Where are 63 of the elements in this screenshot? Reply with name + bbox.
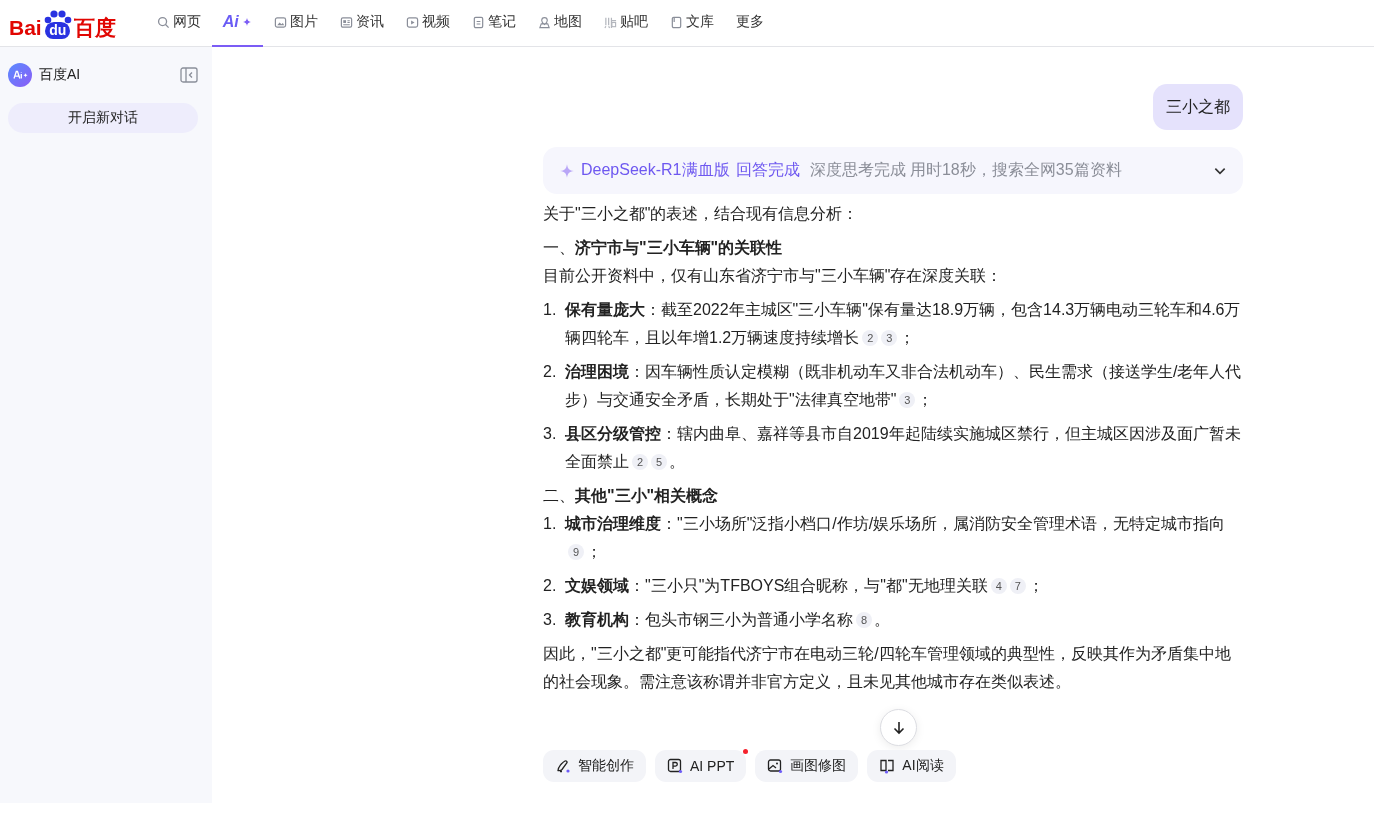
tool-button[interactable]: AI PPT xyxy=(655,750,747,782)
answer-paragraph: 关于"三小之都"的表述，结合现有信息分析： xyxy=(543,204,860,224)
section-heading: 二、其他"三小"相关概念 xyxy=(543,486,720,506)
image-icon xyxy=(767,758,784,774)
citation-link[interactable]: 3 xyxy=(881,330,898,346)
list-number: 1. xyxy=(543,300,558,320)
citation-link[interactable]: 2 xyxy=(632,454,648,470)
search-icon xyxy=(156,15,170,29)
citation-link[interactable]: 5 xyxy=(651,454,667,470)
list-number: 3. xyxy=(543,610,558,630)
video-icon xyxy=(405,15,419,29)
list-number: 2. xyxy=(543,576,558,596)
brand-title: 百度AI xyxy=(39,66,82,84)
list-number: 1. xyxy=(543,514,558,534)
book-icon xyxy=(879,758,896,774)
nav-tab[interactable]: 笔记 xyxy=(460,0,527,47)
pen-icon xyxy=(555,758,571,774)
nav-tab[interactable]: 贴吧 xyxy=(592,0,659,47)
answer-paragraph: 因此，"三小之都"更可能指代济宁市在电动三轮/四轮车管理领域的典型性，反映其作为矛盾集中地的社会现象。需注意该称谓并非官方定义，且未见其他城市存在类似表述。 xyxy=(543,644,1232,692)
section-heading: 一、济宁市与"三小车辆"的关联性 xyxy=(543,238,784,258)
answer-state: 回答完成 xyxy=(735,160,800,180)
book-icon xyxy=(669,15,683,29)
baidu-logo[interactable]: Bai du 百度 xyxy=(9,7,116,39)
model-name: DeepSeek-R1满血版 xyxy=(581,160,730,180)
user-message: 三小之都 xyxy=(1153,84,1243,130)
list-item-text: 城市治理维度："三小场所"泛指小档口/作坊/娱乐场所，属消防安全管理术语，无特定城市指向 9 ； xyxy=(565,514,1227,562)
news-icon xyxy=(339,15,353,29)
citation-link[interactable]: 9 xyxy=(568,544,584,560)
nav-tab[interactable]: Ai xyxy=(211,0,263,47)
nav-tab[interactable]: 地图 xyxy=(526,0,593,47)
tieba-icon xyxy=(603,15,617,29)
image-icon xyxy=(273,15,287,29)
scroll-down-button[interactable] xyxy=(880,709,917,746)
list-item-text: 教育机构：包头市钢三小为普通小学名称 8 。 xyxy=(565,610,891,630)
citation-link[interactable]: 3 xyxy=(899,392,916,408)
list-number: 2. xyxy=(543,362,558,382)
citation-link[interactable]: 2 xyxy=(862,330,879,346)
citation-link[interactable]: 4 xyxy=(990,578,1007,594)
slides-icon xyxy=(667,758,683,774)
new-chat-button[interactable]: 开启新对话 xyxy=(8,103,198,133)
list-item-text: 文娱领域："三小只"为TFBOYS组合昵称，与"都"无地理关联 4 7 ； xyxy=(565,576,1045,596)
citation-link[interactable]: 8 xyxy=(856,612,872,628)
tool-button[interactable]: 画图修图 xyxy=(755,750,859,782)
nav-tab[interactable]: 图片 xyxy=(262,0,329,47)
nav-tab[interactable]: 资讯 xyxy=(328,0,395,47)
answer-status-bar[interactable]: DeepSeek-R1满血版 回答完成 深度思考完成 用时18秒，搜索全网35篇资料 xyxy=(543,147,1243,194)
tool-button[interactable]: AI阅读 xyxy=(867,750,956,782)
nav-tab[interactable]: 更多 xyxy=(724,0,775,47)
nav-tab[interactable]: 网页 xyxy=(145,0,212,47)
list-item-text: 治理困境：因车辆性质认定模糊（既非机动车又非合法机动车）、民生需求（接送学生/老年人代步）与交通安全矛盾，长期处于"法律真空地带" 3 ； xyxy=(565,362,1243,410)
citation-link[interactable]: 7 xyxy=(1009,578,1026,594)
nav-tab[interactable]: 文库 xyxy=(658,0,725,47)
list-item-text: 县区分级管控：辖内曲阜、嘉祥等县市自2019年起陆续实施城区禁行，但主城区因涉及面广暂未全面禁止 2 5 。 xyxy=(565,424,1242,472)
nav-tab[interactable]: 视频 xyxy=(394,0,461,47)
collapse-sidebar-icon[interactable] xyxy=(180,67,198,83)
tool-button[interactable]: 智能创作 xyxy=(543,750,646,782)
sparkle-icon xyxy=(241,17,252,27)
answer-paragraph: 目前公开资料中，仅有山东省济宁市与"三小车辆"存在深度关联： xyxy=(543,266,1004,286)
ai-avatar-icon xyxy=(8,63,32,87)
list-number: 3. xyxy=(543,424,558,444)
thinking-detail: 深度思考完成 用时18秒，搜索全网35篇资料 xyxy=(809,160,1123,180)
list-item-text: 保有量庞大：截至2022年主城区"三小车辆"保有量达18.9万辆，包含14.3万辆电动三轮车和4.6万辆四轮车，且以年增1.2万辆速度持续增长 2 3 ； xyxy=(565,300,1242,348)
note-icon xyxy=(471,15,485,29)
